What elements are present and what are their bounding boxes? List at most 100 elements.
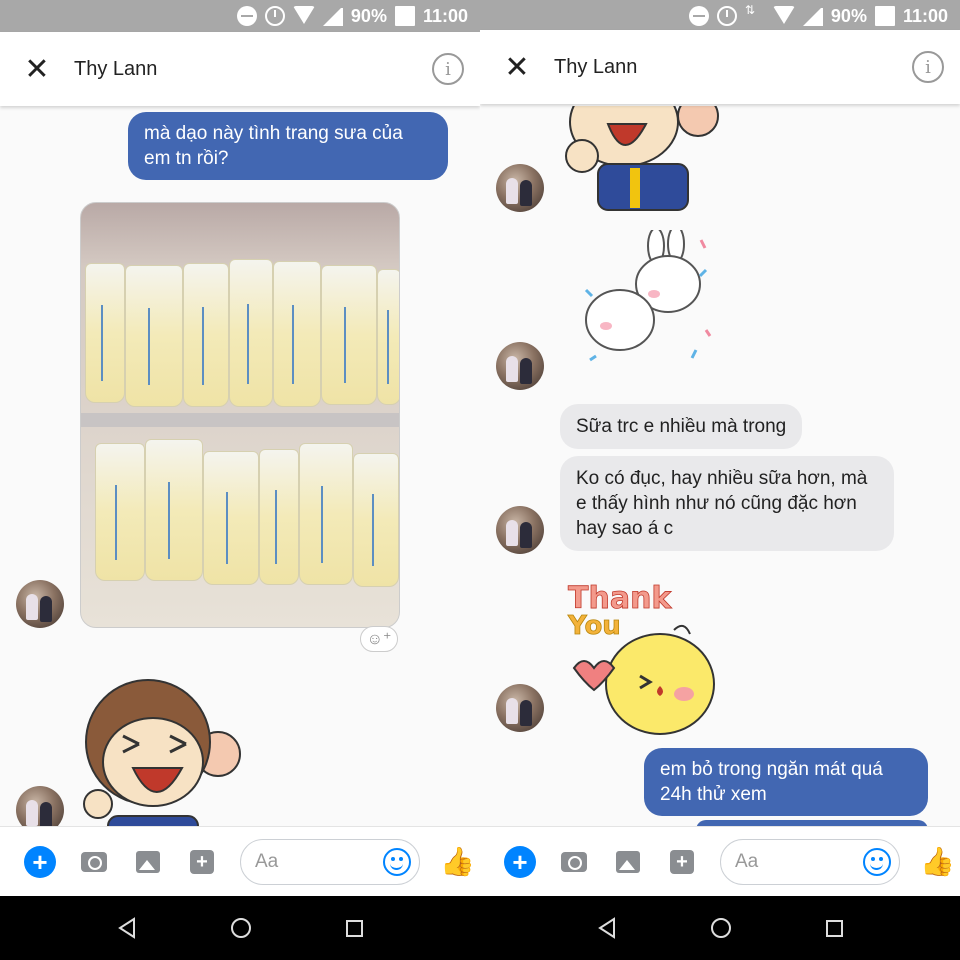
battery-percent: 90% [830, 5, 867, 26]
android-nav-bar [480, 896, 960, 960]
emoji-icon[interactable] [383, 847, 411, 876]
contact-avatar[interactable] [16, 580, 64, 628]
thumbs-up-icon: 👍 [440, 845, 475, 877]
incoming-photo[interactable] [80, 202, 400, 628]
like-button[interactable]: 👍 [920, 846, 955, 877]
milk-bag [377, 269, 399, 405]
contact-avatar[interactable] [496, 506, 544, 554]
milk-bag [95, 443, 145, 581]
incoming-message[interactable]: Sữa trc e nhiều mà trong [560, 404, 803, 449]
outgoing-message[interactable]: em bỏ trong ngăn mát quá 24h thử xem [644, 748, 928, 816]
milk-bag [273, 261, 321, 407]
thumbs-up-icon: 👍 [920, 845, 955, 877]
info-button[interactable]: i [912, 51, 944, 83]
camera-button[interactable] [78, 846, 110, 878]
milk-bag [259, 449, 299, 585]
gallery-button[interactable] [132, 846, 164, 878]
composer-bar: + + Aa 👍 [0, 826, 480, 896]
milk-bag [183, 263, 229, 407]
template-button[interactable]: + [186, 846, 218, 878]
milk-bag [299, 443, 353, 585]
sticker-you-text: You [567, 611, 621, 641]
info-icon: i [445, 58, 451, 80]
message-input-placeholder: Aa [735, 850, 759, 872]
more-actions-button[interactable]: + [24, 845, 56, 878]
plus-icon: + [512, 846, 528, 877]
camera-button[interactable] [558, 846, 590, 878]
milk-bag [85, 263, 125, 403]
emoji-icon[interactable] [863, 847, 891, 876]
left-screen: 90% 11:00 ✕ Thy Lann i mà dạo này tình t… [0, 0, 480, 960]
nav-back-icon[interactable] [117, 917, 137, 939]
camera-icon [561, 851, 587, 872]
alarm-icon [264, 6, 285, 26]
battery-percent: 90% [350, 5, 387, 26]
battery-icon [394, 6, 415, 26]
plus-icon: + [32, 846, 48, 877]
close-icon: ✕ [504, 50, 530, 84]
close-icon: ✕ [24, 52, 50, 86]
milk-bag [203, 451, 259, 585]
do-not-disturb-icon [236, 6, 257, 26]
monkey-laughing-sticker[interactable] [558, 106, 722, 212]
clock: 11:00 [902, 5, 948, 26]
thank-you-chick-sticker[interactable]: Thank You [564, 576, 724, 736]
info-icon: i [925, 56, 931, 78]
android-nav-bar [0, 896, 480, 960]
nav-recents-icon[interactable] [345, 919, 363, 937]
gallery-button[interactable] [612, 846, 644, 878]
close-button[interactable]: ✕ [0, 32, 74, 106]
right-screen: ⇅ 90% 11:00 ✕ Thy Lann i Sữa trc e nhiều… [480, 0, 960, 960]
nav-back-icon[interactable] [597, 917, 617, 939]
signal-icon [322, 6, 343, 26]
milk-bag [353, 453, 399, 587]
contact-avatar[interactable] [496, 342, 544, 390]
image-icon [616, 850, 640, 873]
message-list[interactable]: mà dạo này tình trang sưa của em tn rồi?… [0, 106, 480, 826]
do-not-disturb-icon [688, 6, 709, 26]
contact-avatar[interactable] [496, 164, 544, 212]
message-input[interactable]: Aa [720, 838, 900, 885]
nav-home-icon[interactable] [231, 918, 252, 938]
data-transfer-icon: ⇅ [744, 3, 755, 17]
info-button[interactable]: i [432, 53, 464, 85]
contact-avatar[interactable] [16, 786, 64, 826]
contact-name[interactable]: Thy Lann [74, 58, 432, 81]
milk-bag [321, 265, 377, 405]
bunnies-hugging-sticker[interactable] [576, 230, 716, 380]
add-reaction-icon: ☺⁺ [366, 631, 392, 648]
add-template-icon: + [670, 849, 694, 874]
contact-name[interactable]: Thy Lann [554, 56, 912, 79]
signal-icon [802, 6, 823, 26]
clock: 11:00 [422, 5, 468, 26]
add-template-icon: + [190, 849, 214, 874]
conversation-header: ✕ Thy Lann i [0, 32, 480, 106]
more-actions-button[interactable]: + [504, 845, 536, 878]
monkey-laughing-sticker[interactable] [78, 676, 242, 826]
milk-bag [229, 259, 273, 407]
wifi-icon [292, 6, 315, 26]
incoming-message[interactable]: Ko có đục, hay nhiều sữa hơn, mà e thấy … [560, 456, 894, 551]
image-icon [136, 850, 160, 873]
milk-bag [125, 265, 183, 407]
contact-avatar[interactable] [496, 684, 544, 732]
camera-icon [81, 851, 107, 872]
status-bar: 90% 11:00 [0, 0, 480, 32]
message-list[interactable]: Sữa trc e nhiều mà trong Ko có đục, hay … [480, 106, 960, 826]
freezer-shelf [81, 413, 399, 427]
like-button[interactable]: 👍 [440, 846, 475, 877]
message-input-placeholder: Aa [255, 850, 279, 872]
wifi-icon [772, 6, 795, 26]
template-button[interactable]: + [666, 846, 698, 878]
outgoing-message[interactable]: mà dạo này tình trang sưa của em tn rồi? [128, 112, 448, 180]
message-input[interactable]: Aa [240, 838, 420, 885]
nav-home-icon[interactable] [711, 918, 732, 938]
conversation-header: ✕ Thy Lann i [480, 30, 960, 104]
nav-recents-icon[interactable] [825, 919, 843, 937]
add-reaction-button[interactable]: ☺⁺ [360, 626, 398, 652]
milk-bag [145, 439, 203, 581]
battery-icon [874, 6, 895, 26]
composer-bar: + + Aa 👍 [480, 826, 960, 896]
alarm-icon [716, 6, 737, 26]
close-button[interactable]: ✕ [480, 30, 554, 104]
